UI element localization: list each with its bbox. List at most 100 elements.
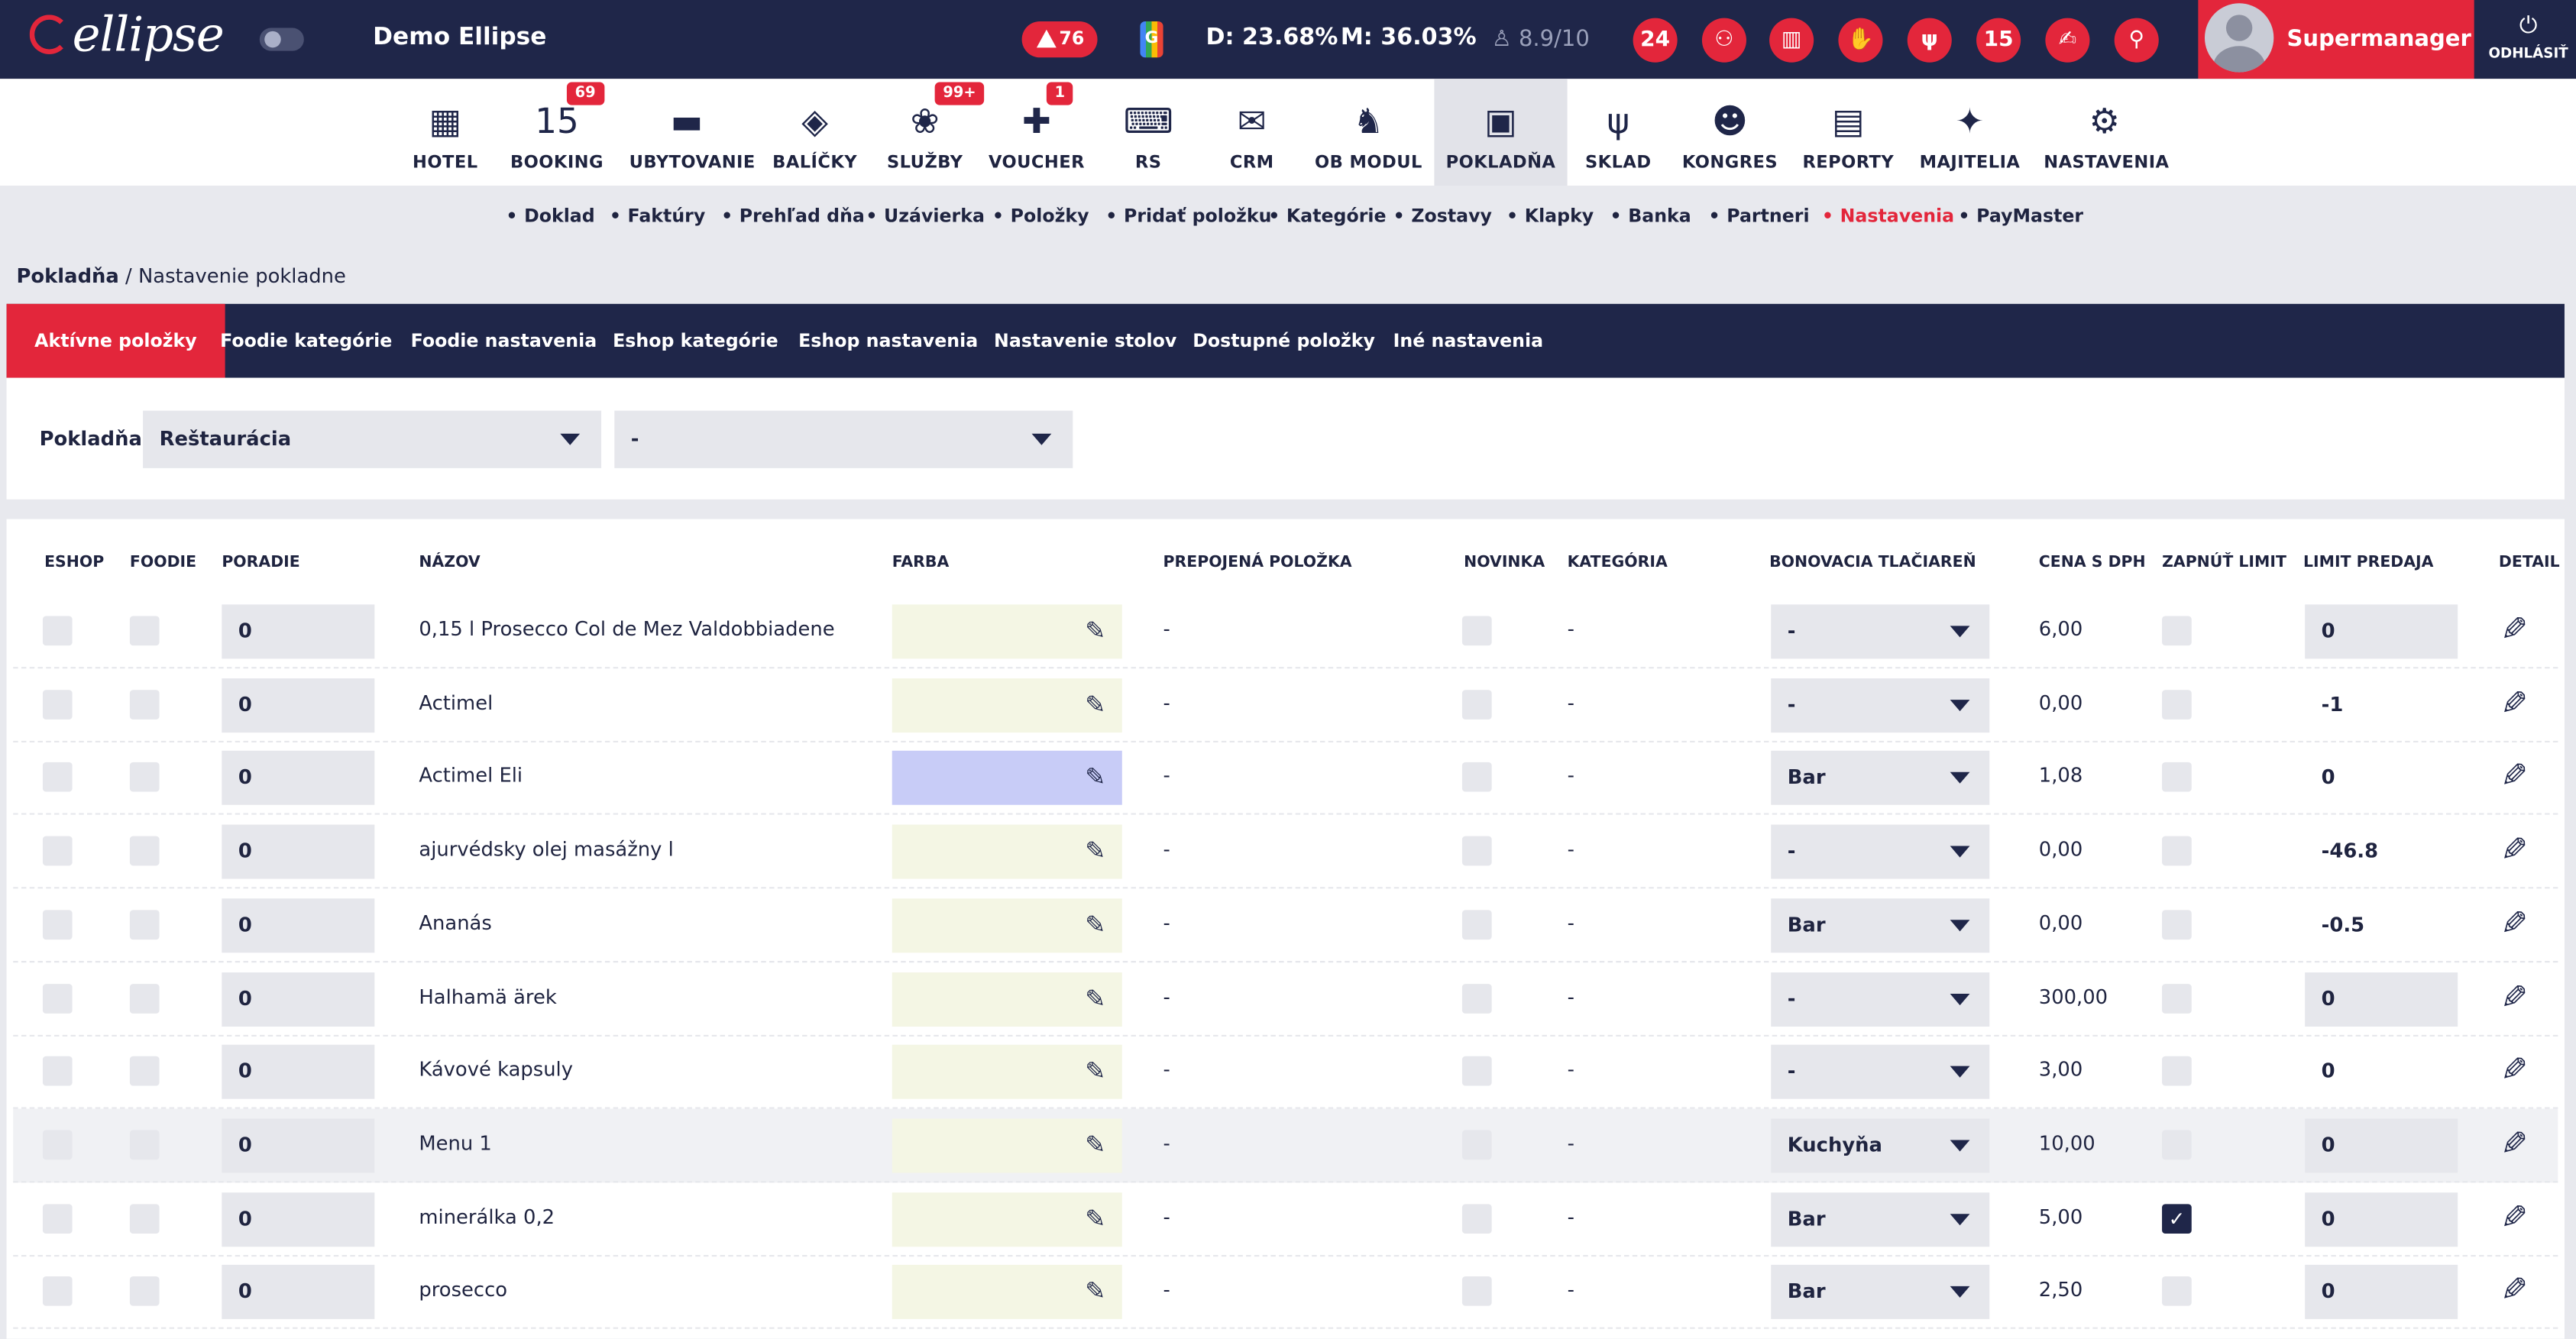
foodie-checkbox[interactable]: [129, 1056, 160, 1086]
edit-icon[interactable]: ✎: [2500, 1050, 2528, 1090]
bar-chart-icon[interactable]: ▥: [1769, 18, 1814, 63]
order-input[interactable]: 0: [222, 1192, 375, 1247]
nav-sklad[interactable]: ψ SKLAD: [1577, 79, 1659, 186]
edit-icon[interactable]: ✎: [2500, 903, 2528, 943]
new-checkbox[interactable]: [1461, 1276, 1492, 1307]
color-picker[interactable]: ✎: [892, 898, 1122, 953]
subnav-item[interactable]: Doklad: [506, 205, 595, 227]
limit-checkbox[interactable]: [2162, 616, 2192, 646]
printer-select[interactable]: -: [1771, 824, 1990, 879]
limit-input[interactable]: -46.8: [2305, 825, 2458, 879]
new-checkbox[interactable]: [1461, 983, 1492, 1013]
subnav-item[interactable]: Klapky: [1506, 205, 1594, 227]
printer-select[interactable]: -: [1771, 604, 1990, 659]
ellipse-logo[interactable]: ellipse: [29, 7, 225, 63]
eshop-checkbox[interactable]: [42, 1130, 73, 1160]
color-picker[interactable]: ✎: [892, 604, 1122, 659]
foodie-checkbox[interactable]: [129, 762, 160, 793]
color-picker[interactable]: ✎: [892, 1192, 1122, 1247]
new-checkbox[interactable]: [1461, 909, 1492, 940]
clock-24-icon[interactable]: 24: [1633, 18, 1678, 63]
nav-kongres[interactable]: ☻ KONGRES: [1679, 79, 1781, 186]
limit-checkbox[interactable]: [2162, 762, 2192, 793]
subnav-item[interactable]: Nastavenia: [1822, 205, 1954, 227]
order-input[interactable]: 0: [222, 972, 375, 1026]
printer-select[interactable]: Bar: [1771, 751, 1990, 806]
subnav-item[interactable]: Faktúry: [610, 205, 706, 227]
limit-checkbox[interactable]: [2162, 909, 2192, 940]
eshop-checkbox[interactable]: [42, 616, 73, 646]
nav-pokladna[interactable]: ▣ POKLADŇA: [1434, 79, 1568, 186]
subnav-item[interactable]: Pridať položku: [1105, 205, 1271, 227]
binoculars-icon[interactable]: ⚇: [1701, 18, 1746, 63]
search-icon[interactable]: ⚲: [2114, 18, 2159, 63]
edit-icon[interactable]: ✎: [2500, 610, 2528, 649]
nav-booking[interactable]: 15 BOOKING 69: [510, 79, 605, 186]
nav-voucher[interactable]: ✚ VOUCHER 1: [987, 79, 1086, 186]
limit-input[interactable]: -1: [2305, 678, 2458, 732]
breadcrumb-root[interactable]: Pokladňa: [17, 264, 119, 287]
bell-hand-icon[interactable]: ✍: [2045, 18, 2090, 63]
printer-select[interactable]: -: [1771, 972, 1990, 1026]
nav-rs[interactable]: ⌨ RS: [1111, 79, 1186, 186]
limit-checkbox[interactable]: [2162, 1130, 2192, 1160]
mode-toggle[interactable]: [259, 27, 304, 51]
color-picker[interactable]: ✎: [892, 972, 1122, 1026]
color-picker[interactable]: ✎: [892, 1265, 1122, 1320]
limit-checkbox[interactable]: [2162, 689, 2192, 720]
order-input[interactable]: 0: [222, 1265, 375, 1320]
foodie-checkbox[interactable]: [129, 983, 160, 1013]
printer-select[interactable]: Bar: [1771, 898, 1990, 953]
subnav-item[interactable]: Partneri: [1709, 205, 1809, 227]
limit-input[interactable]: 0: [2305, 1118, 2458, 1173]
calendar-icon[interactable]: 15: [1976, 18, 2021, 63]
new-checkbox[interactable]: [1461, 762, 1492, 793]
eshop-checkbox[interactable]: [42, 689, 73, 720]
order-input[interactable]: 0: [222, 678, 375, 733]
edit-icon[interactable]: ✎: [2500, 1124, 2528, 1163]
limit-input[interactable]: 0: [2305, 1192, 2458, 1247]
order-input[interactable]: 0: [222, 824, 375, 879]
new-checkbox[interactable]: [1461, 616, 1492, 646]
subnav-item[interactable]: PayMaster: [1958, 205, 2083, 227]
nav-majitelia[interactable]: ✦ MAJITELIA: [1912, 79, 2027, 186]
eshop-checkbox[interactable]: [42, 1056, 73, 1086]
limit-checkbox[interactable]: [2162, 1056, 2192, 1086]
user-menu[interactable]: Supermanager: [2198, 0, 2474, 79]
nav-crm[interactable]: ✉ CRM: [1214, 79, 1290, 186]
nav-balicky[interactable]: ◈ BALÍČKY: [769, 79, 860, 186]
eshop-checkbox[interactable]: [42, 1276, 73, 1307]
new-checkbox[interactable]: [1461, 836, 1492, 866]
logout-button[interactable]: ⏻ ODHLÁSIŤ: [2481, 0, 2576, 79]
printer-select[interactable]: Bar: [1771, 1192, 1990, 1247]
subnav-item[interactable]: Položky: [992, 205, 1089, 227]
printer-select[interactable]: -: [1771, 1045, 1990, 1100]
printer-select[interactable]: -: [1771, 678, 1990, 733]
limit-input[interactable]: 0: [2305, 972, 2458, 1026]
new-checkbox[interactable]: [1461, 1130, 1492, 1160]
eshop-checkbox[interactable]: [42, 983, 73, 1013]
color-picker[interactable]: ✎: [892, 678, 1122, 733]
edit-icon[interactable]: ✎: [2500, 1270, 2528, 1310]
fork-knife-icon[interactable]: ψ: [1907, 18, 1952, 63]
subnav-item[interactable]: Banka: [1610, 205, 1691, 227]
subnav-item[interactable]: Prehľad dňa: [721, 205, 865, 227]
order-input[interactable]: 0: [222, 1045, 375, 1100]
color-picker[interactable]: ✎: [892, 751, 1122, 806]
subnav-item[interactable]: Uzávierka: [866, 205, 985, 227]
subnav-item[interactable]: Kategórie: [1268, 205, 1387, 227]
eshop-checkbox[interactable]: [42, 1203, 73, 1234]
edit-icon[interactable]: ✎: [2500, 756, 2528, 796]
printer-select[interactable]: Kuchyňa: [1771, 1118, 1990, 1173]
tab[interactable]: Iné nastavenia: [1365, 304, 1571, 378]
eshop-checkbox[interactable]: [42, 762, 73, 793]
google-icon[interactable]: G: [1140, 21, 1163, 58]
nav-ubytovanie[interactable]: ▬ UBYTOVANIE: [629, 79, 756, 186]
printer-select[interactable]: Bar: [1771, 1265, 1990, 1320]
eshop-checkbox[interactable]: [42, 909, 73, 940]
limit-input[interactable]: 0: [2305, 1265, 2458, 1320]
foodie-checkbox[interactable]: [129, 1130, 160, 1160]
nav-nastavenia[interactable]: ⚙ NASTAVENIA: [2044, 79, 2169, 186]
nav-hotel[interactable]: ▦ HOTEL: [406, 79, 484, 186]
limit-input[interactable]: 0: [2305, 604, 2458, 659]
